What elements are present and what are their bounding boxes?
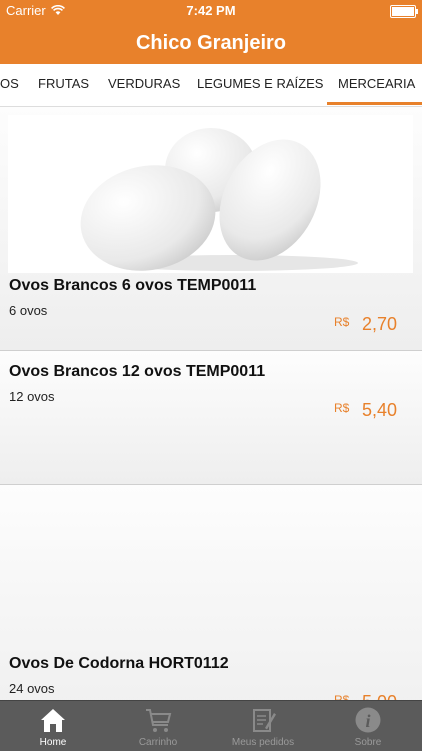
product-quantity: 6 ovos xyxy=(9,303,48,318)
tabbar-label: Carrinho xyxy=(138,737,178,748)
product-quantity: 24 ovos xyxy=(9,681,55,696)
product-card[interactable]: Ovos Brancos 12 ovos TEMP0011 12 ovos R$… xyxy=(0,351,422,485)
bottom-tab-bar: Home Carrinho Meus pedidos i Sobre xyxy=(0,700,422,751)
product-image xyxy=(8,115,413,273)
product-card[interactable]: Ovos De Codorna HORT0112 24 ovos R$ 5,00 xyxy=(0,485,422,700)
tab-legumes-e-raizes[interactable]: LEGUMES E RAÍZES xyxy=(197,76,323,91)
product-price: 5,00 xyxy=(362,692,397,700)
product-name: Ovos De Codorna HORT0112 xyxy=(9,655,229,672)
category-tabs: OS FRUTAS VERDURAS LEGUMES E RAÍZES MERC… xyxy=(0,64,422,107)
tabbar-orders[interactable]: Meus pedidos xyxy=(223,701,303,751)
tabbar-label: Meus pedidos xyxy=(231,737,295,748)
tabbar-about[interactable]: i Sobre xyxy=(328,701,408,751)
tabbar-cart[interactable]: Carrinho xyxy=(118,701,198,751)
tabbar-label: Home xyxy=(39,737,67,748)
currency-label: R$ xyxy=(334,315,350,329)
tab-frutas[interactable]: FRUTAS xyxy=(38,76,89,91)
orders-icon xyxy=(253,709,276,732)
app-header: Carrier 7:42 PM Chico Granjeiro xyxy=(0,0,422,64)
battery-icon xyxy=(390,5,418,18)
status-bar: Carrier 7:42 PM xyxy=(0,0,422,20)
status-time: 7:42 PM xyxy=(186,3,236,18)
currency-label: R$ xyxy=(334,401,350,415)
tabbar-home[interactable]: Home xyxy=(13,701,93,751)
svg-text:i: i xyxy=(365,711,370,731)
product-price: 5,40 xyxy=(362,400,398,420)
product-name: Ovos Brancos 6 ovos TEMP0011 xyxy=(9,277,257,294)
tab-mercearia[interactable]: MERCEARIA xyxy=(338,76,415,91)
page-title: Chico Granjeiro xyxy=(135,32,287,54)
tab-ovos[interactable]: OS xyxy=(0,76,19,91)
product-name: Ovos Brancos 12 ovos TEMP0011 xyxy=(9,363,266,380)
product-card[interactable]: Ovos Brancos 6 ovos TEMP0011 6 ovos R$ 2… xyxy=(0,107,422,351)
tabbar-label: Sobre xyxy=(354,737,382,748)
tab-verduras[interactable]: VERDURAS xyxy=(108,76,180,91)
info-icon: i xyxy=(355,707,381,733)
product-list: Ovos Brancos 6 ovos TEMP0011 6 ovos R$ 2… xyxy=(0,107,422,700)
cart-icon xyxy=(146,709,172,732)
currency-label: R$ xyxy=(334,693,350,700)
product-price: 2,70 xyxy=(362,314,398,334)
product-quantity: 12 ovos xyxy=(9,389,55,404)
home-icon xyxy=(41,709,65,732)
selected-tab-indicator xyxy=(327,102,422,105)
